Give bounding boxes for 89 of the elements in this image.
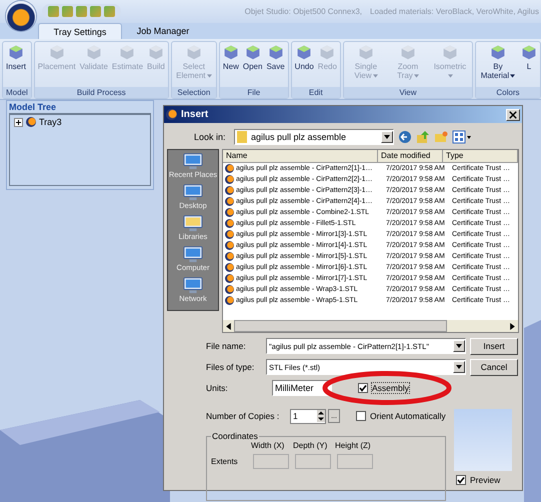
preview-checkbox[interactable]	[456, 475, 466, 485]
extent-field	[337, 454, 373, 469]
group-label: Selection	[172, 87, 216, 98]
group-label: File	[220, 87, 288, 98]
ribbon-tab[interactable]: Tray Settings	[38, 23, 122, 39]
column-header[interactable]: Name	[223, 150, 378, 162]
cube-icon	[490, 44, 506, 60]
monitor-icon	[182, 183, 204, 201]
cube-icon	[8, 44, 24, 60]
cube-icon	[148, 44, 164, 60]
group-label: View	[344, 87, 472, 98]
coordinate-header: Width (X)	[251, 441, 286, 450]
cube-icon	[400, 44, 416, 60]
orient-label[interactable]: Orient Automatically	[370, 411, 446, 421]
caret-icon	[384, 135, 390, 139]
orient-checkbox[interactable]	[356, 411, 366, 421]
coordinate-header: Height (Z)	[335, 441, 371, 450]
preview-pane	[454, 409, 512, 471]
cube-icon	[86, 44, 102, 60]
monitor-icon	[182, 245, 204, 263]
extents-label: Extents	[211, 457, 239, 466]
cube-icon	[48, 44, 65, 60]
look-in-label: Look in:	[194, 132, 227, 142]
monitor-icon	[182, 152, 204, 170]
cube-icon	[222, 44, 239, 60]
caret-icon	[448, 74, 453, 78]
horizontal-scrollbar[interactable]	[223, 320, 518, 332]
tree-item[interactable]: Tray3	[39, 117, 62, 127]
cube-icon	[119, 44, 136, 60]
cube-icon	[244, 44, 261, 60]
column-header[interactable]: Date modified	[378, 150, 443, 162]
cancel-button[interactable]: Cancel	[470, 358, 518, 376]
group-title: Coordinates	[211, 431, 259, 441]
dialog-title: Insert	[181, 109, 208, 120]
app-menu-button[interactable]	[6, 0, 36, 30]
group-label: Edit	[292, 87, 340, 98]
extent-field	[295, 454, 331, 469]
coordinate-header: Depth (Y)	[293, 441, 328, 450]
look-in-dropdown[interactable]: agilus pull plz assemble	[234, 129, 394, 145]
back-icon[interactable]	[398, 130, 412, 144]
scroll-right-icon[interactable]	[510, 322, 515, 330]
assembly-checkbox[interactable]	[358, 383, 368, 393]
caret-icon	[510, 74, 516, 78]
assembly-label[interactable]: Assembly	[372, 383, 409, 393]
preview-label[interactable]: Preview	[470, 475, 500, 485]
cube-icon	[442, 44, 458, 60]
scroll-left-icon[interactable]	[226, 322, 231, 330]
panel-title: Model Tree	[8, 101, 58, 113]
ribbon-button[interactable]: Insert	[4, 42, 28, 87]
folder-icon	[237, 131, 247, 143]
units-dropdown[interactable]: MilliMeter	[272, 380, 332, 396]
caret-icon	[456, 344, 462, 348]
file-name-label: File name:	[206, 341, 247, 351]
close-button[interactable]	[506, 108, 520, 120]
cube-icon	[186, 44, 202, 60]
materials-text: Loaded materials: VeroBlack, VeroWhite, Agilus	[370, 7, 539, 16]
copies-spinner[interactable]: 1	[290, 408, 326, 424]
group-label: Build Process	[34, 87, 168, 98]
cube-icon	[268, 44, 284, 60]
ribbon-button[interactable]: Open	[240, 42, 264, 87]
extent-field	[253, 454, 289, 469]
monitor-icon	[182, 214, 204, 232]
ribbon-button[interactable]: L	[518, 42, 539, 87]
ribbon-button[interactable]: Save	[264, 42, 287, 87]
caret-icon	[456, 365, 462, 369]
view-menu-icon[interactable]	[452, 130, 472, 144]
ribbon-button[interactable]: Undo	[292, 42, 316, 87]
units-label: Units:	[206, 383, 229, 393]
app-icon	[166, 109, 177, 120]
cube-icon	[520, 44, 537, 60]
tray-icon	[26, 117, 36, 127]
file-type-label: Files of type:	[206, 362, 256, 372]
copies-label: Number of Copies :	[206, 411, 280, 421]
caret-icon	[372, 74, 378, 78]
ribbon-tab[interactable]: Job Manager	[122, 23, 204, 39]
insert-button[interactable]: Insert	[470, 338, 518, 354]
cube-icon	[296, 44, 312, 60]
ribbon-button[interactable]: New	[220, 42, 241, 87]
window-title: Objet Studio: Objet500 Connex3,	[244, 7, 362, 16]
cube-icon	[319, 44, 336, 60]
monitor-icon	[182, 276, 204, 294]
cube-icon	[358, 44, 374, 60]
ribbon-button[interactable]: By Material	[476, 42, 519, 87]
caret-icon	[414, 74, 419, 78]
caret-icon	[206, 74, 212, 78]
group-label: Model	[3, 87, 31, 98]
column-header[interactable]: Type	[443, 150, 518, 162]
expand-icon[interactable]	[14, 118, 23, 126]
group-label: Colors	[476, 87, 540, 98]
